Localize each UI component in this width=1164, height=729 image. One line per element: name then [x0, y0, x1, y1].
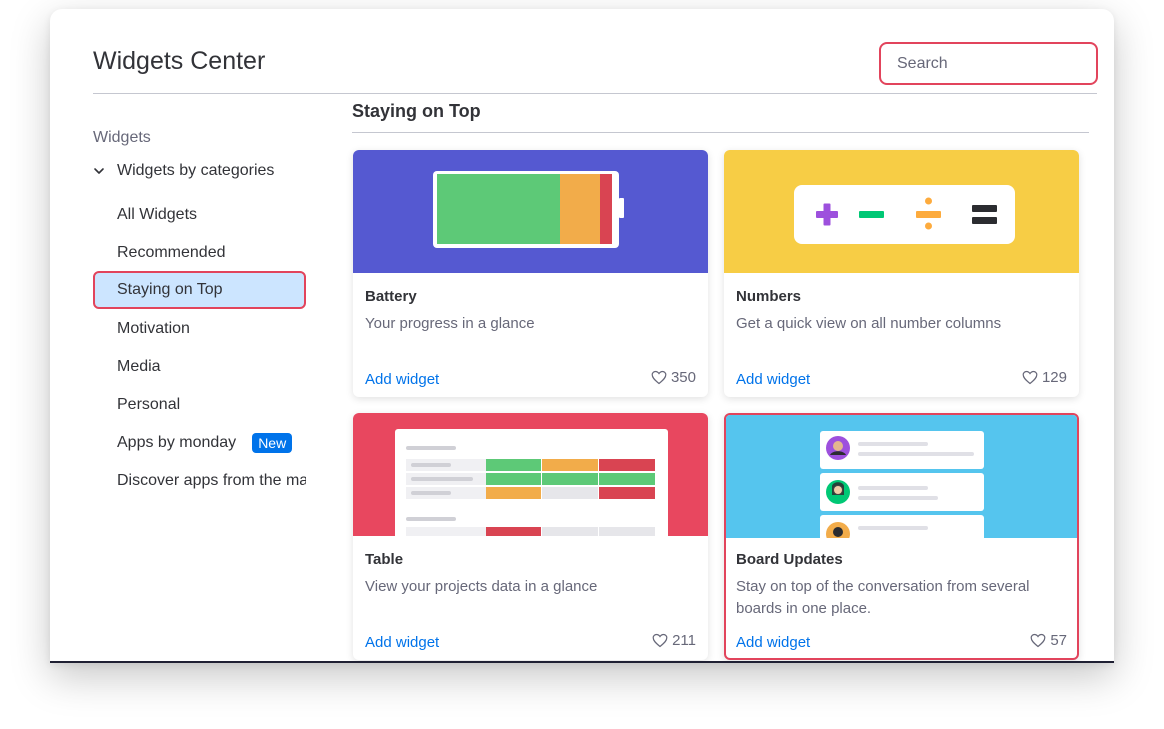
- like-count[interactable]: 57: [1030, 632, 1067, 649]
- chevron-down-icon: [94, 168, 104, 174]
- like-count-value: 350: [670, 369, 696, 386]
- sidebar-item-personal[interactable]: Personal: [93, 386, 306, 424]
- heart-icon[interactable]: [1022, 370, 1038, 385]
- sidebar-item-recommended[interactable]: Recommended: [93, 234, 306, 272]
- sidebar-item-all-widgets[interactable]: All Widgets: [93, 196, 306, 234]
- widget-card-battery[interactable]: Battery Your progress in a glance Add wi…: [353, 150, 708, 397]
- sidebar-item-label: Motivation: [117, 320, 190, 337]
- card-description: View your projects data in a glance: [365, 578, 598, 595]
- sidebar-item-apps-by-monday[interactable]: Apps by monday New: [93, 424, 306, 462]
- board-updates-banner: [726, 415, 1077, 538]
- card-title: Numbers: [736, 288, 802, 305]
- header-divider: [93, 93, 1097, 94]
- card-description: Your progress in a glance: [365, 315, 535, 332]
- sidebar-item-label: Staying on Top: [117, 281, 223, 298]
- widget-card-numbers[interactable]: Numbers Get a quick view on all number c…: [724, 150, 1079, 397]
- sidebar-item-label: Media: [117, 358, 161, 375]
- search-box[interactable]: [879, 42, 1104, 85]
- sidebar-item-label: All Widgets: [117, 206, 198, 223]
- sidebar-item-label: Recommended: [117, 244, 226, 261]
- table-illustration: [395, 429, 668, 536]
- heart-icon[interactable]: [651, 370, 667, 385]
- add-widget-button[interactable]: Add widget: [736, 634, 810, 651]
- numbers-illustration: [794, 185, 1015, 244]
- card-description: Stay on top of the conversation from sev…: [736, 578, 1030, 617]
- widget-card-board-updates[interactable]: Board Updates Stay on top of the convers…: [724, 413, 1079, 660]
- search-input[interactable]: [897, 54, 1104, 73]
- sidebar-item-motivation[interactable]: Motivation: [93, 310, 306, 348]
- sidebar-item-discover-apps[interactable]: Discover apps from the ma: [93, 462, 306, 500]
- table-banner: [353, 413, 708, 536]
- add-widget-button[interactable]: Add widget: [365, 371, 439, 388]
- like-count-value: 57: [1050, 632, 1067, 649]
- widget-card-table[interactable]: Table View your projects data in a glanc…: [353, 413, 708, 660]
- like-count-value: 129: [1041, 369, 1067, 386]
- like-count[interactable]: 211: [652, 632, 696, 649]
- battery-illustration: [433, 171, 624, 248]
- card-title: Battery: [365, 288, 417, 305]
- heart-icon[interactable]: [1030, 633, 1046, 648]
- sidebar-item-staying-on-top[interactable]: Staying on Top: [93, 271, 306, 309]
- sidebar-item-label: Personal: [117, 396, 181, 413]
- sidebar-item-label: Discover apps from the ma: [117, 472, 306, 489]
- board-updates-illustration: [820, 431, 984, 538]
- card-title: Table: [365, 551, 404, 568]
- card-description: Get a quick view on all number columns: [736, 315, 1002, 332]
- sidebar-item-label: Apps by monday: [117, 434, 237, 451]
- category-toggle[interactable]: Widgets by categories: [93, 162, 274, 180]
- add-widget-button[interactable]: Add widget: [736, 371, 810, 388]
- like-count-value: 211: [672, 632, 696, 649]
- like-count[interactable]: 350: [651, 369, 696, 386]
- like-count[interactable]: 129: [1022, 369, 1067, 386]
- card-title: Board Updates: [736, 551, 843, 568]
- section-title: Staying on Top: [352, 101, 481, 121]
- numbers-banner: [724, 150, 1079, 273]
- widgets-center-window: Widgets Center Widgets Widgets by catego…: [50, 9, 1114, 663]
- sidebar-heading: Widgets: [93, 129, 151, 146]
- sidebar-item-media[interactable]: Media: [93, 348, 306, 386]
- add-widget-button[interactable]: Add widget: [365, 634, 439, 651]
- battery-banner: [353, 150, 708, 273]
- category-label: Widgets by categories: [117, 162, 275, 179]
- heart-icon[interactable]: [652, 633, 668, 648]
- new-badge: New: [252, 433, 293, 453]
- page-title: Widgets Center: [93, 47, 266, 75]
- section-divider: [352, 132, 1089, 133]
